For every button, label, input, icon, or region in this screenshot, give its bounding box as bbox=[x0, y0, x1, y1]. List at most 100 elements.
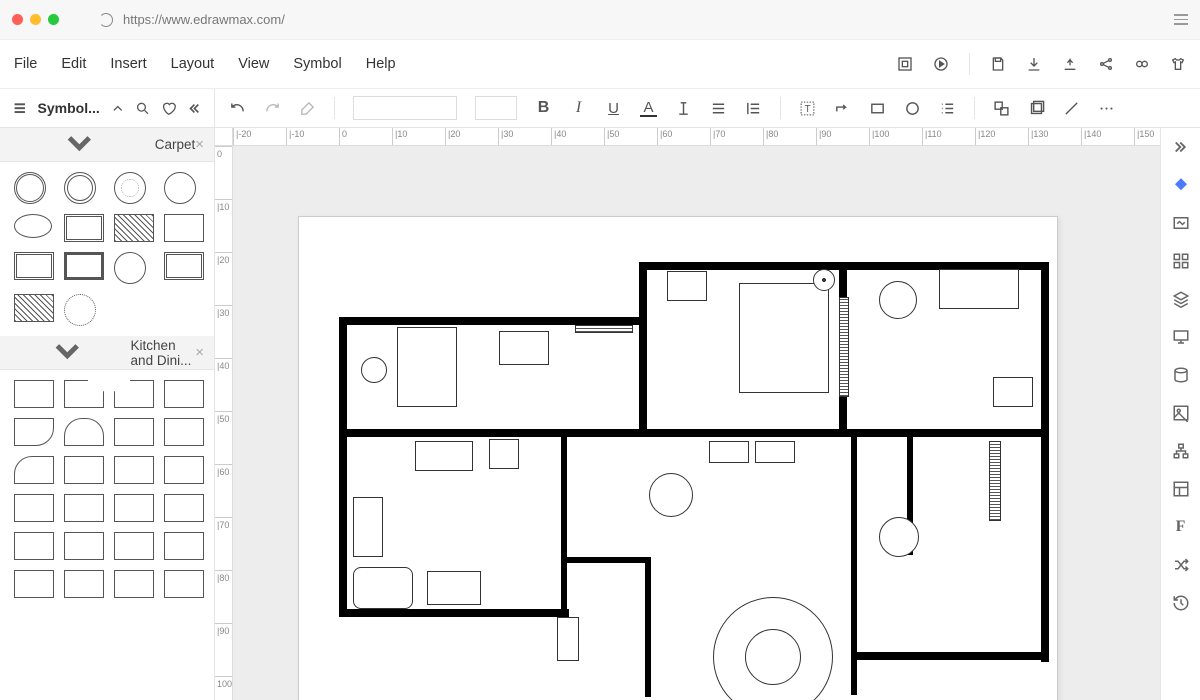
shape-item[interactable] bbox=[164, 494, 204, 522]
furniture-table[interactable] bbox=[879, 281, 917, 319]
shape-item[interactable] bbox=[164, 172, 196, 204]
redo-icon[interactable] bbox=[264, 100, 281, 117]
furniture-stairs[interactable] bbox=[989, 441, 1001, 521]
sitemap-icon[interactable] bbox=[1172, 442, 1190, 460]
shape-item[interactable] bbox=[114, 418, 154, 446]
shape-item[interactable] bbox=[64, 456, 104, 484]
furniture-bathtub[interactable] bbox=[353, 567, 413, 609]
layout-icon[interactable] bbox=[1172, 480, 1190, 498]
furniture-dining-table[interactable] bbox=[649, 473, 693, 517]
refresh-icon[interactable] bbox=[99, 13, 113, 27]
furniture-desk[interactable] bbox=[499, 331, 549, 365]
furniture-sink[interactable] bbox=[427, 571, 481, 605]
shape-item[interactable] bbox=[64, 214, 104, 242]
shape-item[interactable] bbox=[14, 494, 54, 522]
shape-item[interactable] bbox=[64, 418, 104, 446]
shape-item[interactable] bbox=[164, 532, 204, 560]
furniture-counter[interactable] bbox=[415, 441, 473, 471]
furniture-fan[interactable] bbox=[813, 269, 835, 291]
shape-item[interactable] bbox=[14, 532, 54, 560]
shape-item[interactable] bbox=[14, 294, 54, 322]
shape-item[interactable] bbox=[164, 214, 204, 242]
shape-item[interactable] bbox=[114, 252, 146, 284]
close-library-icon[interactable]: × bbox=[195, 136, 204, 153]
grid-icon[interactable] bbox=[1172, 252, 1190, 270]
shuffle-icon[interactable] bbox=[1172, 556, 1190, 574]
underline-icon[interactable]: U bbox=[605, 100, 622, 117]
italic-icon[interactable]: I bbox=[570, 100, 587, 117]
menu-edit[interactable]: Edit bbox=[61, 56, 86, 72]
furniture-bed[interactable] bbox=[397, 327, 457, 407]
url-display[interactable]: https://www.edrawmax.com/ bbox=[123, 12, 1164, 27]
furniture-wardrobe[interactable] bbox=[839, 297, 849, 397]
shape-item[interactable] bbox=[114, 532, 154, 560]
collapse-right-icon[interactable] bbox=[1172, 138, 1190, 156]
shape-item[interactable] bbox=[14, 172, 46, 204]
library-header-kitchen[interactable]: Kitchen and Dini... × bbox=[0, 336, 214, 370]
furniture-toilet[interactable] bbox=[557, 617, 579, 661]
font-color-icon[interactable]: A bbox=[640, 100, 657, 117]
furniture-chair[interactable] bbox=[879, 517, 919, 557]
present-icon[interactable] bbox=[1172, 328, 1190, 346]
menu-help[interactable]: Help bbox=[366, 56, 396, 72]
format-painter-icon[interactable] bbox=[299, 100, 316, 117]
furniture-bed[interactable] bbox=[739, 283, 829, 393]
history-icon[interactable] bbox=[1172, 594, 1190, 612]
maximize-window-icon[interactable] bbox=[48, 14, 59, 25]
highlight-icon[interactable] bbox=[675, 100, 692, 117]
furniture-chair[interactable] bbox=[361, 357, 387, 383]
menu-file[interactable]: File bbox=[14, 56, 37, 72]
shape-item[interactable] bbox=[164, 570, 204, 598]
layers-icon[interactable] bbox=[1172, 290, 1190, 308]
canvas-viewport[interactable] bbox=[233, 146, 1160, 700]
furniture-cabinet[interactable] bbox=[755, 441, 795, 463]
shape-item[interactable] bbox=[14, 252, 54, 280]
fill-style-icon[interactable] bbox=[1172, 176, 1190, 194]
collapse-left-icon[interactable] bbox=[186, 100, 202, 117]
rectangle-icon[interactable] bbox=[869, 100, 886, 117]
font-size-select[interactable] bbox=[475, 96, 517, 120]
shape-item[interactable] bbox=[64, 252, 104, 280]
shape-item[interactable] bbox=[164, 418, 204, 446]
line-height-icon[interactable] bbox=[745, 100, 762, 117]
picture-icon[interactable] bbox=[1172, 404, 1190, 422]
shape-item[interactable] bbox=[114, 570, 154, 598]
save-icon[interactable] bbox=[990, 56, 1006, 72]
play-icon[interactable] bbox=[933, 56, 949, 72]
shape-item[interactable] bbox=[64, 570, 104, 598]
share-icon[interactable] bbox=[1098, 56, 1114, 72]
shape-item[interactable] bbox=[114, 494, 154, 522]
drawing-page[interactable] bbox=[298, 216, 1058, 700]
shape-item[interactable] bbox=[14, 380, 54, 408]
furniture-counter[interactable] bbox=[353, 497, 383, 557]
shape-item[interactable] bbox=[64, 294, 96, 326]
list-icon[interactable] bbox=[939, 100, 956, 117]
chevron-up-icon[interactable] bbox=[110, 100, 126, 117]
furniture-bed[interactable] bbox=[939, 269, 1019, 309]
shape-item[interactable] bbox=[64, 532, 104, 560]
view-icon[interactable] bbox=[1134, 56, 1150, 72]
library-header-carpet[interactable]: Carpet × bbox=[0, 128, 214, 162]
furniture-stove[interactable] bbox=[489, 439, 519, 469]
line-color-icon[interactable] bbox=[1063, 100, 1080, 117]
database-icon[interactable] bbox=[1172, 366, 1190, 384]
menu-view[interactable]: View bbox=[238, 56, 269, 72]
furniture-sink[interactable] bbox=[993, 377, 1033, 407]
menu-insert[interactable]: Insert bbox=[110, 56, 146, 72]
shape-item[interactable] bbox=[14, 456, 54, 484]
shape-item[interactable] bbox=[114, 214, 154, 242]
font-icon[interactable]: F bbox=[1172, 518, 1190, 536]
group-icon[interactable] bbox=[993, 100, 1010, 117]
connector-icon[interactable] bbox=[834, 100, 851, 117]
shape-item[interactable] bbox=[14, 418, 54, 446]
tshirt-icon[interactable] bbox=[1170, 56, 1186, 72]
search-icon[interactable] bbox=[135, 100, 151, 117]
arrange-icon[interactable] bbox=[1028, 100, 1045, 117]
heart-icon[interactable] bbox=[161, 100, 177, 117]
menu-layout[interactable]: Layout bbox=[171, 56, 215, 72]
shape-item[interactable] bbox=[164, 380, 204, 408]
browser-menu-icon[interactable] bbox=[1174, 14, 1188, 25]
furniture-cabinet[interactable] bbox=[709, 441, 749, 463]
text-tool-icon[interactable]: T bbox=[799, 100, 816, 117]
align-icon[interactable] bbox=[710, 100, 727, 117]
